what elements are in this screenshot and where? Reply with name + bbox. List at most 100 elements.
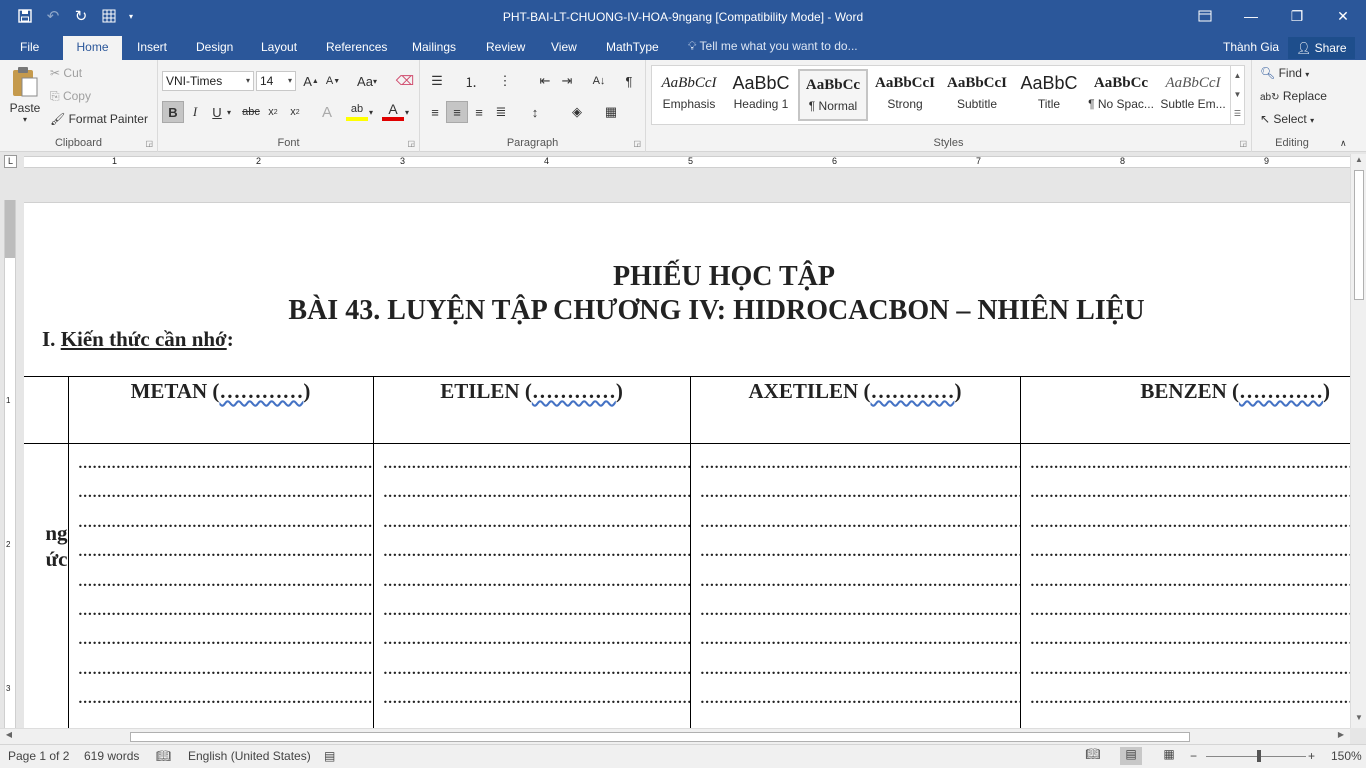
row-label-cell[interactable]: ng ức: [24, 443, 69, 728]
chevron-down-icon[interactable]: ▾: [366, 101, 376, 123]
shrink-font-icon[interactable]: A ▼: [322, 70, 344, 92]
scroll-right-icon[interactable]: ▶: [1334, 730, 1348, 744]
zoom-slider[interactable]: [1206, 756, 1306, 757]
tell-me-search[interactable]: 💡︎ Tell me what you want to do...: [688, 39, 858, 54]
tab-home[interactable]: Home: [63, 36, 122, 60]
table-cell[interactable]: [24, 376, 69, 444]
etilen-answer-cell[interactable]: ........................................…: [372, 443, 691, 728]
chevron-down-icon[interactable]: ▼: [1231, 85, 1244, 104]
zoom-slider-handle[interactable]: [1257, 750, 1261, 762]
style-title[interactable]: AaBbC Title: [1014, 69, 1084, 121]
dialog-launcher-icon[interactable]: ◲: [407, 139, 415, 148]
align-center-icon[interactable]: ≡: [446, 101, 468, 123]
language[interactable]: English (United States): [188, 749, 311, 763]
pilcrow-icon[interactable]: ¶: [618, 70, 640, 92]
multilevel-list-icon[interactable]: ⋮: [494, 70, 516, 92]
scroll-up-icon[interactable]: ▲: [1351, 155, 1366, 169]
increase-indent-icon[interactable]: ⇥: [556, 70, 578, 92]
find-button[interactable]: 🔍︎ Find ▾: [1260, 66, 1309, 80]
clear-formatting-icon[interactable]: ⌫: [394, 70, 416, 92]
align-left-icon[interactable]: ≡: [424, 101, 446, 123]
style-emphasis[interactable]: AaBbCcI Emphasis: [654, 69, 724, 121]
grow-font-icon[interactable]: A ▲: [300, 70, 322, 92]
format-painter-button[interactable]: 🖌︎ Format Painter: [50, 112, 148, 126]
vertical-scrollbar[interactable]: ▲ ▼: [1350, 154, 1366, 728]
collapse-ribbon-icon[interactable]: ∧: [1340, 138, 1347, 149]
scroll-left-icon[interactable]: ◀: [2, 730, 16, 744]
bullets-icon[interactable]: ☰: [426, 70, 448, 92]
borders-icon[interactable]: ▦: [600, 101, 622, 123]
style-normal[interactable]: AaBbCc ¶ Normal: [798, 69, 868, 121]
copy-button[interactable]: ⎘ Copy: [50, 89, 91, 104]
dialog-launcher-icon[interactable]: ◲: [1239, 139, 1247, 148]
dialog-launcher-icon[interactable]: ◲: [145, 139, 153, 148]
web-layout-icon[interactable]: ▦: [1158, 747, 1180, 765]
justify-icon[interactable]: ≣: [490, 101, 512, 123]
style-heading-1[interactable]: AaBbC Heading 1: [726, 69, 796, 121]
horizontal-scrollbar[interactable]: ◀ ▶: [0, 728, 1350, 744]
benzen-answer-cell[interactable]: ........................................…: [1019, 443, 1350, 728]
vertical-scroll-thumb[interactable]: [1354, 170, 1364, 300]
tab-file[interactable]: File: [10, 38, 49, 60]
ribbon-display-icon[interactable]: [1182, 0, 1228, 32]
chevron-up-icon[interactable]: ▲: [1231, 66, 1244, 85]
tab-view[interactable]: View: [541, 38, 587, 60]
tab-mathtype[interactable]: MathType: [596, 38, 669, 60]
scroll-down-icon[interactable]: ▼: [1351, 713, 1366, 727]
tab-mailings[interactable]: Mailings: [402, 38, 466, 60]
tab-review[interactable]: Review: [476, 38, 535, 60]
chevron-down-icon[interactable]: ▾: [402, 101, 412, 123]
cut-button[interactable]: ✂ Cut: [50, 66, 82, 80]
page-count[interactable]: Page 1 of 2: [8, 749, 69, 763]
styles-scrollbar[interactable]: ▲ ▼ ☰: [1230, 66, 1244, 124]
change-case-button[interactable]: Aa ▾: [352, 70, 382, 92]
word-count[interactable]: 619 words: [84, 749, 139, 763]
user-name[interactable]: Thành Gia: [1223, 40, 1279, 54]
zoom-level[interactable]: 150%: [1331, 749, 1362, 763]
font-size-combo[interactable]: 14 ▾: [256, 71, 296, 91]
line-spacing-icon[interactable]: ↕: [524, 101, 546, 123]
italic-button[interactable]: I: [184, 101, 206, 123]
minimize-icon[interactable]: —: [1228, 0, 1274, 32]
column-header-etilen[interactable]: ETILEN (…………): [372, 376, 691, 444]
tab-design[interactable]: Design: [186, 38, 243, 60]
highlight-icon[interactable]: ab: [346, 101, 368, 121]
print-layout-icon[interactable]: ▤: [1120, 747, 1142, 765]
dialog-launcher-icon[interactable]: ◲: [633, 139, 641, 148]
style-no-spacing[interactable]: AaBbCc ¶ No Spac...: [1086, 69, 1156, 121]
document-page[interactable]: PHIẾU HỌC TẬP BÀI 43. LUYỆN TẬP CHƯƠNG I…: [24, 202, 1350, 728]
align-right-icon[interactable]: ≡: [468, 101, 490, 123]
column-header-benzen[interactable]: BENZEN (…………): [1019, 376, 1350, 444]
numbering-icon[interactable]: ⒈: [460, 70, 482, 92]
column-header-axetilen[interactable]: AXETILEN (…………): [689, 376, 1021, 444]
strikethrough-button[interactable]: abc: [240, 101, 262, 123]
decrease-indent-icon[interactable]: ⇤: [534, 70, 556, 92]
column-header-metan[interactable]: METAN (…………): [67, 376, 374, 444]
macro-recording-icon[interactable]: ▤: [324, 749, 335, 763]
tab-selector-icon[interactable]: L: [4, 155, 17, 168]
select-button[interactable]: ↖ Select ▾: [1260, 112, 1314, 126]
paste-button[interactable]: Paste ▾: [6, 66, 44, 124]
proofing-icon[interactable]: 📖︎: [156, 749, 171, 763]
zoom-in-icon[interactable]: +: [1308, 749, 1315, 763]
font-color-icon[interactable]: A: [382, 101, 404, 121]
ruler-strip[interactable]: 1 2 3 4 5 6 7 8 9: [24, 156, 1350, 168]
tab-insert[interactable]: Insert: [127, 38, 177, 60]
font-name-combo[interactable]: VNI-Times ▾: [162, 71, 254, 91]
restore-icon[interactable]: ❐: [1274, 0, 1320, 32]
style-strong[interactable]: AaBbCcI Strong: [870, 69, 940, 121]
superscript-button[interactable]: x2: [284, 101, 306, 123]
metan-answer-cell[interactable]: ........................................…: [67, 443, 374, 728]
style-subtle-emphasis[interactable]: AaBbCcI Subtle Em...: [1158, 69, 1228, 121]
style-subtitle[interactable]: AaBbCcI Subtitle: [942, 69, 1012, 121]
sort-icon[interactable]: A↓: [588, 70, 610, 92]
tab-references[interactable]: References: [316, 38, 397, 60]
chevron-down-icon[interactable]: ▾: [224, 101, 234, 123]
subscript-button[interactable]: x2: [262, 101, 284, 123]
text-effects-icon[interactable]: A: [316, 101, 338, 123]
more-styles-icon[interactable]: ☰: [1231, 104, 1244, 123]
axetilen-answer-cell[interactable]: ........................................…: [689, 443, 1021, 728]
horizontal-scroll-thumb[interactable]: [130, 732, 1190, 742]
read-mode-icon[interactable]: 📖︎: [1082, 747, 1104, 765]
zoom-out-icon[interactable]: −: [1190, 749, 1197, 763]
